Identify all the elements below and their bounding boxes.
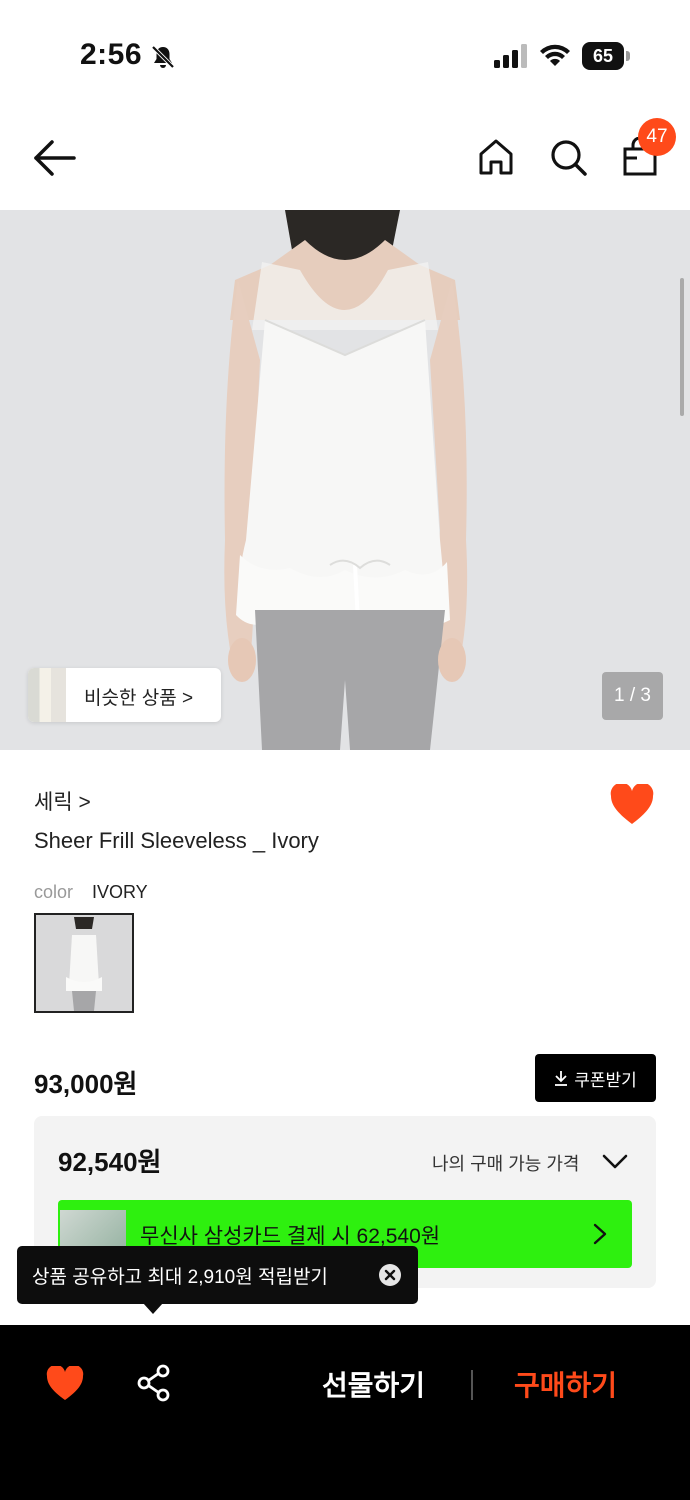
tooltip-text: 상품 공유하고 최대 2,910원 적립받기	[32, 1267, 328, 1288]
signal-icon	[494, 44, 527, 68]
battery-icon: 65	[582, 42, 630, 70]
wifi-icon	[540, 44, 570, 66]
share-icon[interactable]	[136, 1364, 172, 1402]
best-price: 92,540원	[58, 1147, 162, 1177]
back-arrow-icon[interactable]	[32, 138, 78, 178]
share-reward-tooltip: 상품 공유하고 최대 2,910원 적립받기	[17, 1246, 418, 1304]
chevron-down-icon[interactable]	[602, 1150, 628, 1172]
similar-products-label: 비슷한 상품 >	[84, 688, 194, 709]
heart-icon[interactable]	[46, 1366, 84, 1402]
coupon-button[interactable]: 쿠폰받기	[535, 1054, 656, 1102]
gift-button[interactable]: 선물하기	[322, 1364, 425, 1404]
status-time: 2:56	[80, 38, 143, 71]
similar-products-button[interactable]: 비슷한 상품 >	[28, 668, 221, 722]
heart-icon[interactable]	[610, 784, 654, 826]
product-price: 93,000원	[34, 1069, 138, 1099]
scroll-indicator	[680, 278, 684, 416]
search-icon[interactable]	[548, 137, 588, 177]
color-option-thumbnail	[36, 915, 132, 1011]
bell-slash-icon	[151, 45, 175, 69]
product-name: Sheer Frill Sleeveless _ Ivory	[34, 828, 319, 853]
color-value: IVORY	[92, 882, 148, 902]
battery-level: 65	[582, 42, 624, 70]
my-price-toggle[interactable]: 나의 구매 가능 가격	[432, 1150, 579, 1176]
similar-products-thumbnail	[28, 668, 66, 722]
cart-count-badge: 47	[638, 118, 676, 156]
brand-link[interactable]: 세릭 >	[34, 786, 91, 816]
coupon-button-label: 쿠폰받기	[574, 1070, 637, 1090]
color-label: color	[34, 882, 74, 902]
tooltip-tail	[143, 1303, 163, 1314]
bottom-action-bar	[0, 1325, 690, 1500]
home-icon[interactable]	[476, 137, 516, 177]
image-page-indicator: 1 / 3	[602, 672, 663, 720]
buy-button[interactable]: 구매하기	[514, 1364, 617, 1404]
color-option-ivory[interactable]	[34, 913, 134, 1013]
chevron-right-icon	[593, 1223, 607, 1245]
download-icon	[555, 1071, 568, 1086]
bottom-bar-divider	[471, 1370, 473, 1400]
close-icon[interactable]	[379, 1264, 401, 1286]
